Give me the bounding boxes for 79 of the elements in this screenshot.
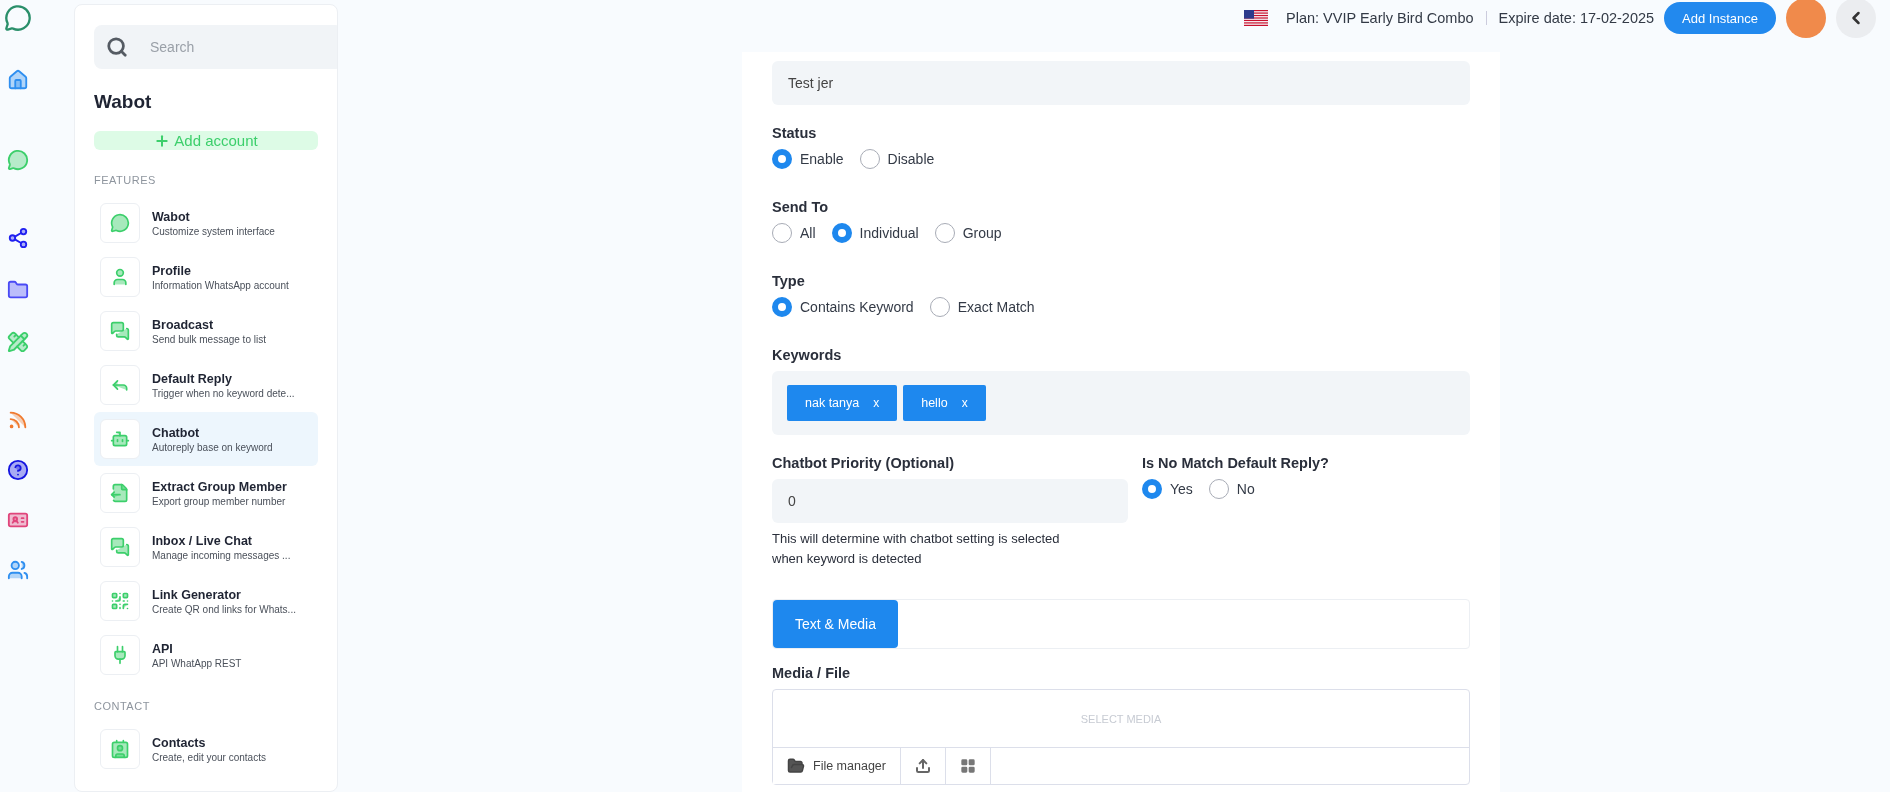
plan-label: Plan: VVIP Early Bird Combo (1286, 10, 1474, 26)
item-title: Profile (152, 263, 192, 278)
search-field[interactable]: Search (94, 25, 337, 69)
back-button[interactable] (1836, 0, 1876, 38)
feature-item[interactable]: Link Generator Create QR ond links for Whats... (94, 574, 318, 628)
help-text: This will determine with chatbot setting is selected when keyword is detected (772, 530, 1061, 568)
field-label: Media / File (772, 665, 852, 681)
radio-option[interactable]: Disable (859, 149, 935, 169)
field-label: Send To (772, 199, 830, 215)
feature-item[interactable]: Inbox / Live Chat Manage incoming messages ... (94, 520, 318, 574)
radio-option[interactable]: All (772, 223, 816, 243)
item-title: Default Reply (152, 371, 233, 386)
item-subtitle: Create, edit your contacts (152, 751, 266, 763)
file-manager-button[interactable]: File manager (773, 748, 901, 784)
feature-item[interactable]: Extract Group Member Export group member number (94, 466, 318, 520)
add-instance-button[interactable]: Add Instance (1664, 2, 1776, 34)
search-icon (106, 36, 128, 58)
item-title: Extract Group Member (152, 479, 287, 494)
priority-input[interactable]: 0 (772, 479, 1128, 523)
upload-icon (914, 758, 931, 774)
radio-option[interactable]: Group (934, 223, 1002, 243)
folder-icon (787, 757, 805, 775)
tab[interactable]: Text & Media (773, 600, 898, 648)
item-title: Link Generator (152, 587, 242, 602)
contact-book-icon (110, 739, 130, 759)
us-flag-icon (1244, 10, 1268, 26)
radio-option[interactable]: No (1208, 479, 1255, 499)
chat-bubble-icon (110, 213, 130, 233)
keywords-input[interactable]: nak tanya x hello x (772, 371, 1470, 435)
qr-code-icon (110, 591, 130, 611)
item-subtitle: API WhatApp REST (152, 657, 242, 669)
avatar[interactable] (1786, 0, 1826, 38)
feature-item[interactable]: Wabot Customize system interface (94, 196, 318, 250)
feature-item[interactable]: API API WhatApp REST (94, 628, 318, 682)
expire-date: Expire date: 17-02-2025 (1498, 10, 1655, 26)
item-subtitle: Manage incoming messages ... (152, 549, 291, 561)
feature-item[interactable]: Default Reply Trigger when no keyword dete... (94, 358, 318, 412)
field-label: Is No Match Default Reply? (1142, 455, 1330, 471)
item-subtitle: Send bulk message to list (152, 333, 266, 345)
item-title: Contacts (152, 735, 207, 750)
item-subtitle: Customize system interface (152, 225, 275, 237)
tag-text: nak tanya (805, 396, 860, 410)
item-title: API (152, 641, 174, 656)
field-label: Status (772, 125, 818, 141)
item-subtitle: Create QR ond links for Whats... (152, 603, 296, 615)
item-subtitle: Export group member number (152, 495, 287, 507)
radio-option[interactable]: Yes (1142, 479, 1193, 499)
chat-bubbles-icon (110, 537, 130, 557)
chat-bot-logo-icon[interactable] (4, 4, 32, 32)
field-label: Keywords (772, 347, 843, 363)
radio-option[interactable]: Exact Match (929, 297, 1035, 317)
remove-tag-button[interactable]: x (961, 396, 968, 410)
name-input[interactable]: Test jer (772, 61, 1470, 105)
grid-icon (959, 758, 976, 774)
user-icon (110, 267, 130, 287)
field-label: Type (772, 273, 806, 289)
item-subtitle: Information WhatsApp account (152, 279, 289, 291)
item-subtitle: Trigger when no keyword dete... (152, 387, 295, 399)
item-title: Wabot (152, 209, 191, 224)
tag-text: hello (921, 396, 948, 410)
item-title: Chatbot (152, 425, 201, 440)
field-label: Chatbot Priority (Optional) (772, 455, 956, 471)
item-title: Broadcast (152, 317, 215, 332)
section-heading: FEATURES (94, 174, 157, 186)
sidebar-title: Wabot (94, 91, 153, 113)
radio-option[interactable]: Contains Keyword (772, 297, 914, 317)
chat-bubbles-icon (110, 321, 130, 341)
feature-item[interactable]: Chatbot Autoreply base on keyword (94, 412, 318, 466)
section-heading: CONTACT (94, 700, 151, 712)
feature-item[interactable]: Profile Information WhatsApp account (94, 250, 318, 304)
radio-option[interactable]: Individual (831, 223, 919, 243)
feature-item[interactable]: Broadcast Send bulk message to list (94, 304, 318, 358)
remove-tag-button[interactable]: x (873, 396, 880, 410)
file-export-icon (110, 483, 130, 503)
item-subtitle: Autoreply base on keyword (152, 441, 273, 453)
feature-item[interactable]: Contacts Create, edit your contacts (94, 722, 318, 776)
item-title: Inbox / Live Chat (152, 533, 253, 548)
robot-icon (110, 429, 130, 449)
radio-option[interactable]: Enable (772, 149, 844, 169)
